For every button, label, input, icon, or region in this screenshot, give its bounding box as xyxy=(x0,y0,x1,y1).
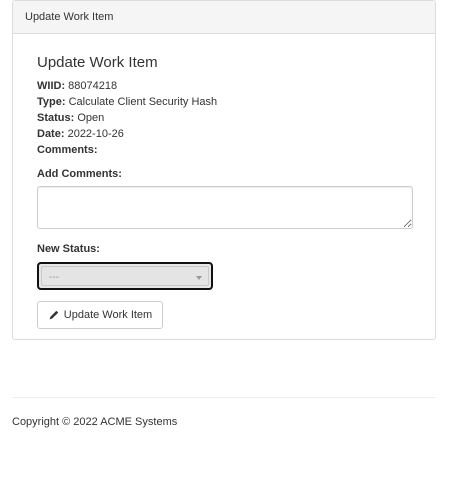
status-line: Status: Open xyxy=(37,112,104,124)
panel-heading: Update Work Item xyxy=(13,1,435,34)
new-status-selected-value: --- xyxy=(49,272,59,283)
copyright-text: Copyright © 2022 ACME Systems xyxy=(12,416,178,428)
date-value: 2022-10-26 xyxy=(67,128,124,140)
add-comments-label: Add Comments: xyxy=(37,168,122,180)
wiid-value: 88074218 xyxy=(68,80,118,92)
comments-line: Comments: xyxy=(37,144,98,156)
date-line: Date: 2022-10-26 xyxy=(37,128,124,140)
date-label: Date: xyxy=(37,128,65,140)
form-title: Update Work Item xyxy=(37,54,158,71)
wiid-label: WIID: xyxy=(37,80,66,92)
update-work-item-button-label: Update Work Item xyxy=(63,309,153,321)
wiid-line: WIID: 88074218 xyxy=(37,80,117,92)
caret-down-icon xyxy=(196,276,202,280)
status-label: Status: xyxy=(37,112,75,124)
pencil-icon xyxy=(49,310,58,320)
update-work-item-button[interactable]: Update Work Item xyxy=(37,301,163,329)
type-value: Calculate Client Security Hash xyxy=(68,96,218,108)
new-status-select[interactable]: --- xyxy=(37,262,213,290)
new-status-select-box: --- xyxy=(41,266,209,286)
footer-divider xyxy=(12,397,436,398)
update-work-item-panel: Update Work Item Update Work Item WIID: … xyxy=(12,0,436,340)
status-value: Open xyxy=(77,112,105,124)
comments-label: Comments: xyxy=(37,144,98,156)
new-status-label: New Status: xyxy=(37,243,100,255)
type-line: Type: Calculate Client Security Hash xyxy=(37,96,217,108)
add-comments-textarea[interactable] xyxy=(37,186,413,229)
type-label: Type: xyxy=(37,96,66,108)
